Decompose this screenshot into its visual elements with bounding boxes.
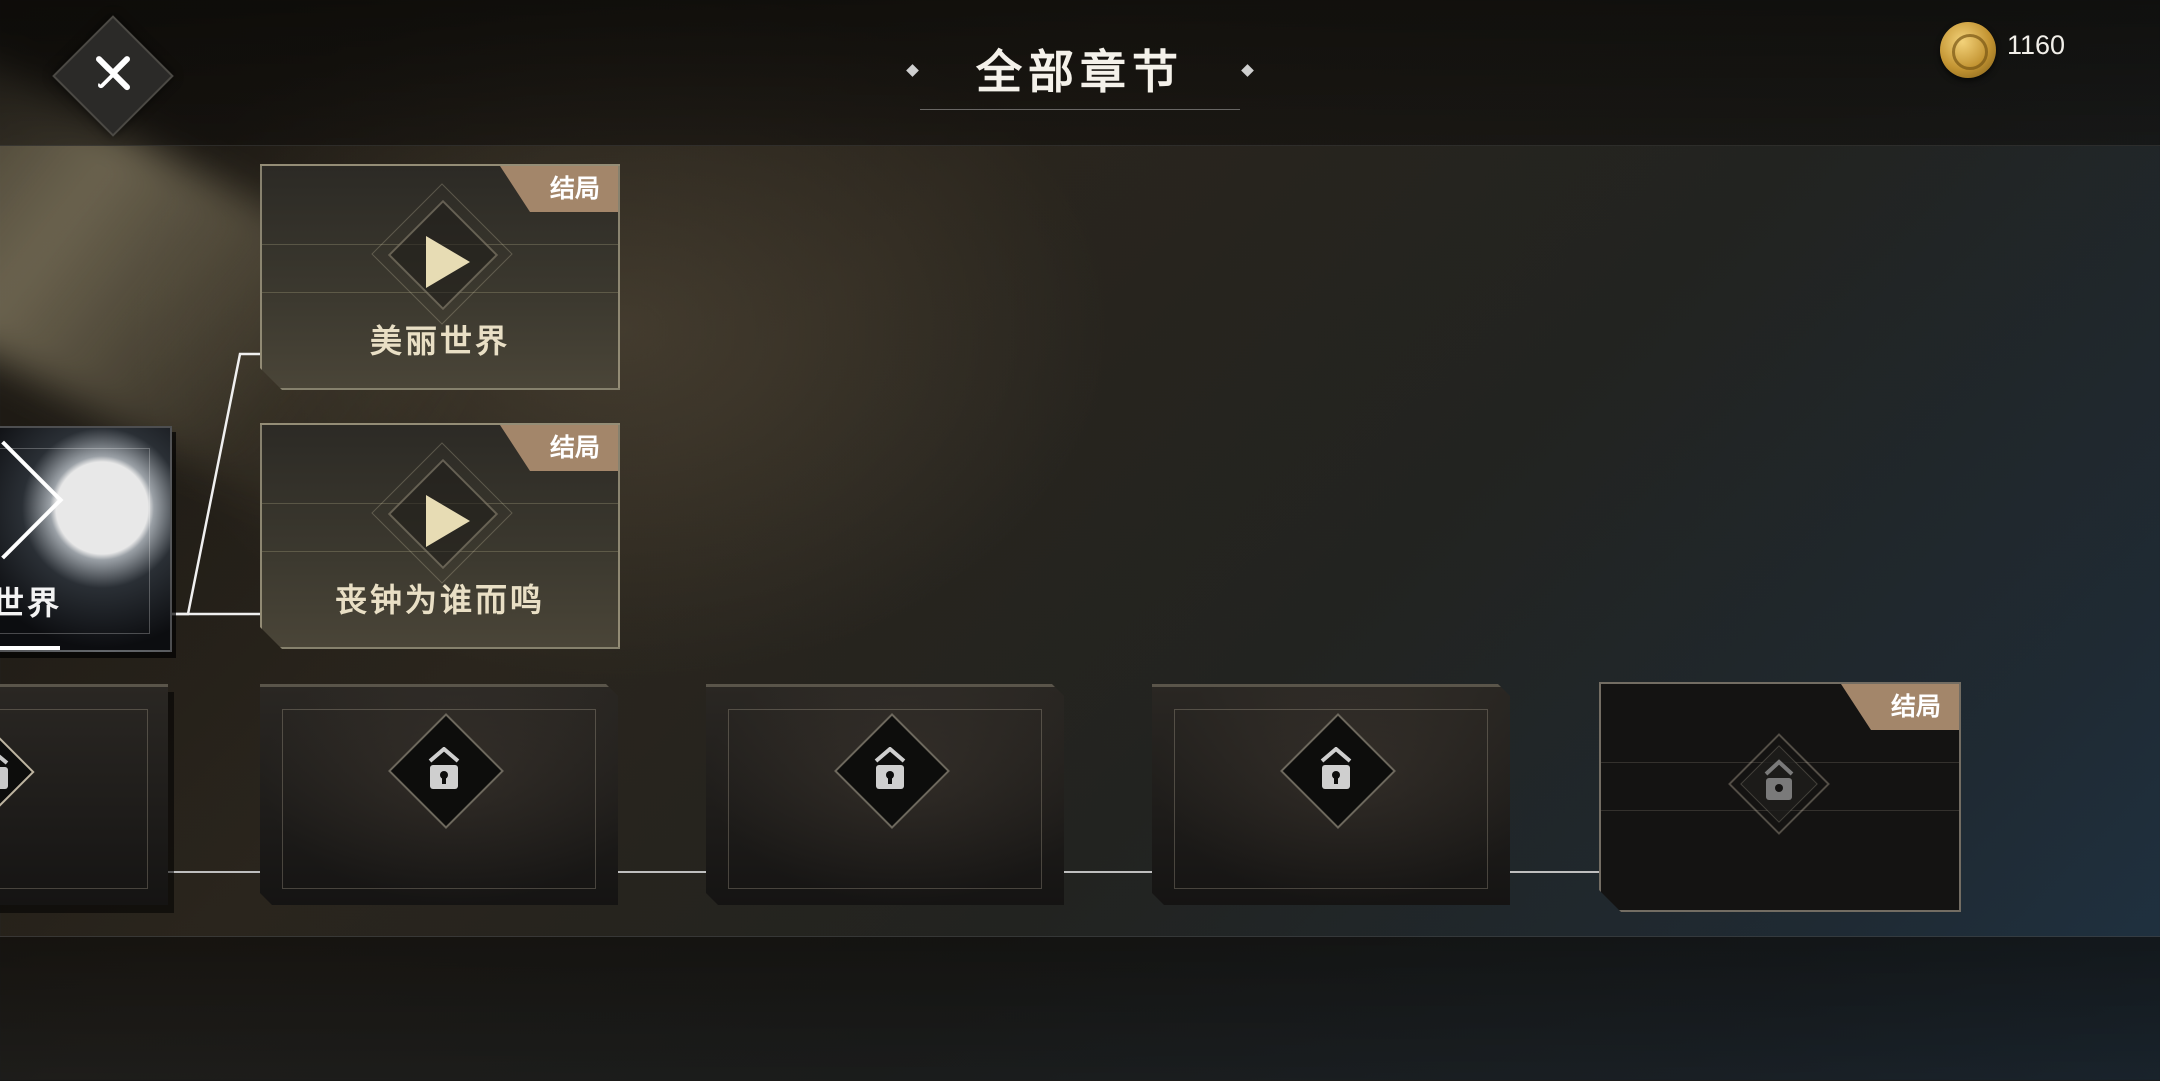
ending-card-beautiful-world[interactable]: 结局 美丽世界	[260, 164, 620, 390]
ending-card-for-whom-the-bell-tolls[interactable]: 结局 丧钟为谁而鸣	[260, 423, 620, 649]
lock-icon	[866, 747, 914, 795]
ending-badge: 结局	[500, 166, 618, 212]
play-icon[interactable]	[426, 236, 470, 288]
locked-chapter-card[interactable]	[1152, 684, 1510, 905]
title-underline	[920, 109, 1240, 110]
coin-icon	[1940, 22, 1996, 78]
locked-ending-card[interactable]: 结局	[1599, 682, 1961, 912]
locked-chapter-card[interactable]	[0, 684, 168, 905]
ending-badge: 结局	[500, 425, 618, 471]
page-title-wrap: 全部章节	[900, 36, 1260, 110]
page-title: 全部章节	[976, 45, 1184, 99]
ending-title: 美丽世界	[369, 322, 510, 360]
lock-icon	[1312, 747, 1360, 795]
current-chapter-card[interactable]: 世界	[0, 426, 172, 652]
close-cross-icon	[96, 56, 130, 91]
locked-chapter-card[interactable]	[706, 684, 1064, 905]
ending-title: 丧钟为谁而鸣	[334, 581, 545, 619]
lock-icon	[1714, 714, 1844, 854]
coin-count: 1160	[2007, 30, 2066, 60]
lock-icon	[420, 747, 468, 795]
current-chapter-title: 世界	[0, 584, 63, 622]
lock-icon	[0, 732, 35, 812]
chapter-progress-bar	[0, 646, 60, 650]
play-icon[interactable]	[426, 495, 470, 547]
locked-chapter-card[interactable]	[260, 684, 618, 905]
connector-top	[168, 352, 260, 616]
ending-badge: 结局	[1841, 684, 1959, 730]
